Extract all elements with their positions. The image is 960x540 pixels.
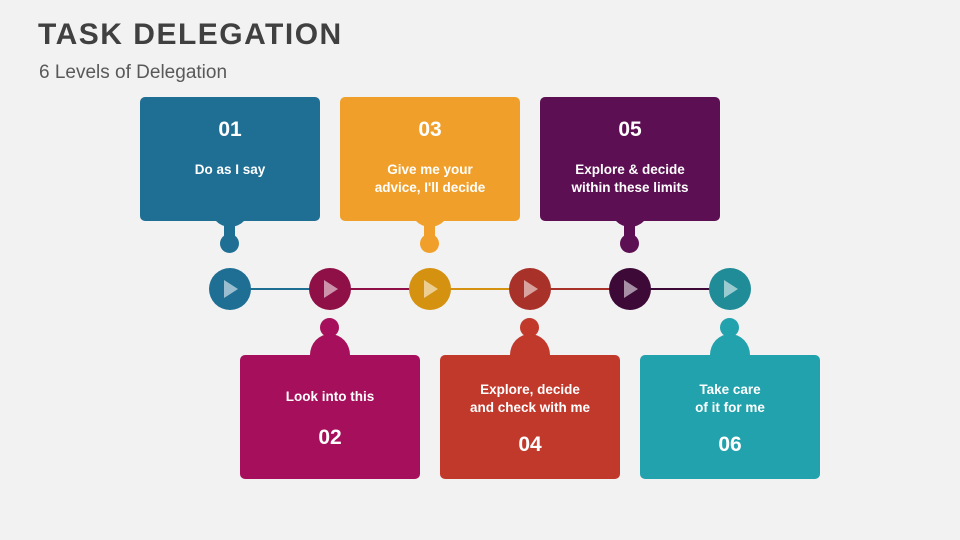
stem-knob-1 xyxy=(220,234,239,253)
play-icon xyxy=(524,280,538,298)
level-text-4: Explore, decide and check with me xyxy=(440,381,620,417)
play-icon xyxy=(724,280,738,298)
level-number-2: 02 xyxy=(318,425,342,449)
play-icon xyxy=(624,280,638,298)
timeline-node-1[interactable] xyxy=(209,268,251,310)
stem-knob-4 xyxy=(520,318,539,337)
level-text-6-line2: of it for me xyxy=(695,399,765,415)
level-text-3-line2: advice, I'll decide xyxy=(374,179,486,195)
slide: TASK DELEGATION 6 Levels of Delegation 0… xyxy=(0,0,960,540)
level-text-3-line1: Give me your xyxy=(387,162,473,177)
timeline-node-2[interactable] xyxy=(309,268,351,310)
level-card-3[interactable]: 03 Give me your advice, I'll decide xyxy=(340,97,520,221)
level-number-6: 06 xyxy=(718,432,742,456)
level-card-2[interactable]: Look into this 02 xyxy=(240,355,420,479)
level-number-1: 01 xyxy=(218,118,242,141)
level-text-4-line1: Explore, decide xyxy=(480,382,580,397)
level-number-3: 03 xyxy=(418,118,442,141)
stem-knob-3 xyxy=(420,234,439,253)
stem-knob-5 xyxy=(620,234,639,253)
level-text-5: Explore & decide within these limits xyxy=(540,161,720,197)
level-text-4-line2: and check with me xyxy=(469,399,591,415)
level-card-5[interactable]: 05 Explore & decide within these limits xyxy=(540,97,720,221)
timeline-node-3[interactable] xyxy=(409,268,451,310)
level-card-1[interactable]: 01 Do as I say xyxy=(140,97,320,221)
play-icon xyxy=(424,280,438,298)
play-icon xyxy=(224,280,238,298)
level-text-5-line2: within these limits xyxy=(571,179,689,195)
stem-knob-6 xyxy=(720,318,739,337)
timeline-node-5[interactable] xyxy=(609,268,651,310)
level-number-5: 05 xyxy=(618,118,642,141)
level-number-4: 04 xyxy=(518,432,542,456)
level-text-1: Do as I say xyxy=(194,162,266,177)
delegation-diagram: 01 Do as I say 03 Give me your advice, I… xyxy=(0,0,960,540)
level-text-2: Look into this xyxy=(285,389,375,404)
level-text-6-line1: Take care xyxy=(699,382,761,397)
level-card-6[interactable]: Take care of it for me 06 xyxy=(640,355,820,479)
level-text-3: Give me your advice, I'll decide xyxy=(340,161,520,197)
timeline-node-4[interactable] xyxy=(509,268,551,310)
level-card-4[interactable]: Explore, decide and check with me 04 xyxy=(440,355,620,479)
timeline-node-6[interactable] xyxy=(709,268,751,310)
play-icon xyxy=(324,280,338,298)
stem-knob-2 xyxy=(320,318,339,337)
level-text-6: Take care of it for me xyxy=(640,381,820,417)
level-text-5-line1: Explore & decide xyxy=(575,162,685,177)
